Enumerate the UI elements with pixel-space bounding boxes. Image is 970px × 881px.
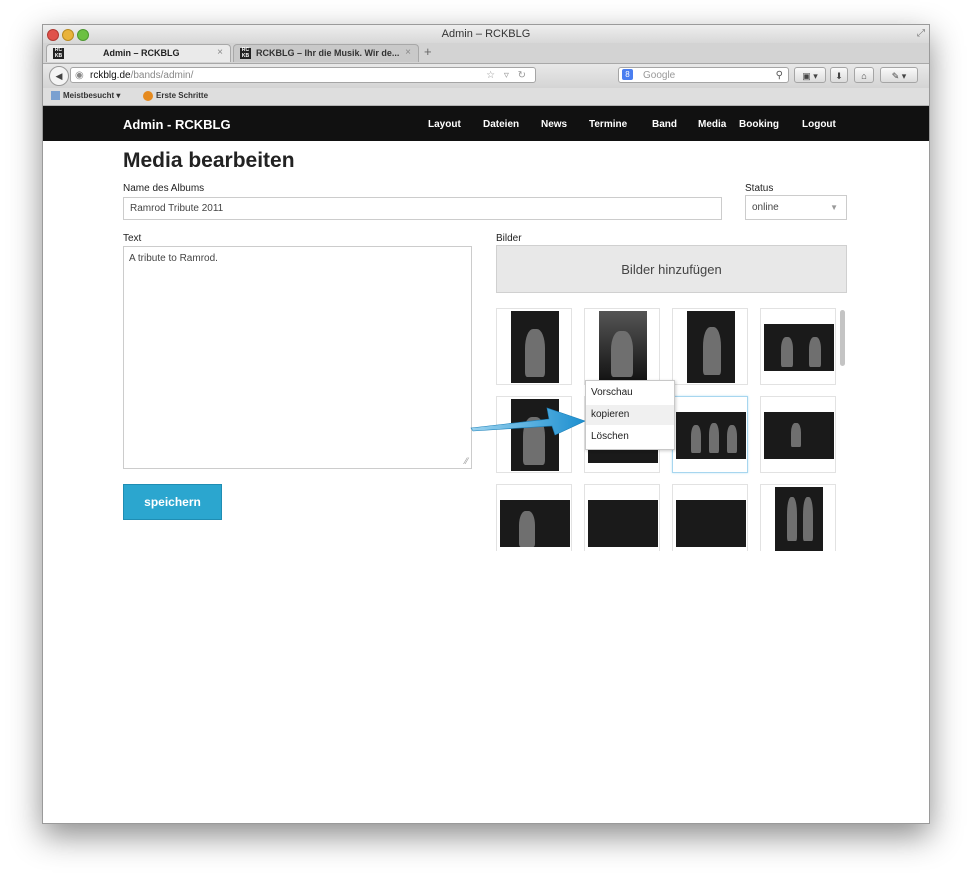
image-grid-scrollbar[interactable] [838,308,847,551]
text-textarea[interactable]: A tribute to Ramrod. ⁄⁄ [123,246,472,469]
thumbnail-figure [809,337,821,367]
context-menu: Vorschau kopieren Löschen [585,380,675,450]
context-item-delete[interactable]: Löschen [586,427,674,447]
bookmarks-toolbar: Meistbesucht ▾ Erste Schritte [43,88,929,106]
thumbnail-figure [691,425,701,453]
status-label: Status [745,183,774,194]
thumbnail-figure [703,327,721,375]
search-icon[interactable]: ⚲ [776,68,783,83]
thumbnail-figure [727,425,737,453]
thumbnail-figure [709,423,719,453]
nav-booking[interactable]: Booking [739,119,779,130]
chevron-down-icon: ▼ [830,203,838,212]
browser-window: Admin – RCKBLG ⤢ RC KB Admin – RCKBLG × R… [42,24,930,824]
image-thumb-selected[interactable] [672,396,748,473]
nav-logout[interactable]: Logout [802,119,836,130]
back-button[interactable]: ◀ [49,66,69,86]
tab-admin[interactable]: RC KB Admin – RCKBLG × [46,44,231,62]
title-bar: Admin – RCKBLG ⤢ [43,25,929,43]
fullscreen-icon[interactable]: ⤢ [917,28,925,39]
nav-termine[interactable]: Termine [589,119,627,130]
tab-rckblg[interactable]: RC KB RCKBLG – Ihr die Musik. Wir de... × [233,44,419,62]
nav-media[interactable]: Media [698,119,726,130]
context-item-copy[interactable]: kopieren [586,405,674,425]
addon-menu-button[interactable]: ✎ ▾ [880,67,918,83]
close-tab-icon[interactable]: × [217,47,223,58]
images-label: Bilder [496,233,522,244]
image-thumb[interactable] [760,308,836,385]
scrollbar-thumb[interactable] [840,310,845,366]
text-label: Text [123,233,142,244]
bookmark-star-icon[interactable]: ☆ ▿ ↻ [486,68,529,84]
search-input[interactable]: 8 Google ⚲ [618,67,789,83]
image-thumb[interactable] [496,308,572,385]
resize-grip-icon[interactable]: ⁄⁄ [465,456,468,466]
url-text: rckblg.de/bands/admin/ [90,70,194,81]
bookmark-getting-started[interactable]: Erste Schritte [143,91,208,101]
new-tab-button[interactable]: + [424,44,432,59]
tab-label: Admin – RCKBLG [103,48,180,58]
album-name-label: Name des Albums [123,183,205,194]
status-value: online [752,202,779,213]
brand-link[interactable]: Admin - RCKBLG [123,117,231,132]
thumbnail-figure [611,331,633,377]
thumbnail-image [775,487,823,551]
search-placeholder: Google [643,70,676,81]
tab-label: RCKBLG – Ihr die Musik. Wir de... [256,48,400,58]
thumbnail-figure [519,511,535,547]
nav-band[interactable]: Band [652,119,677,130]
add-images-button[interactable]: Bilder hinzufügen [496,245,847,293]
google-engine-icon[interactable]: 8 [622,69,633,80]
text-value: A tribute to Ramrod. [129,253,218,264]
nav-layout[interactable]: Layout [428,119,461,130]
thumbnail-image [588,500,658,547]
firefox-icon [143,91,153,101]
folder-icon [51,91,60,101]
home-icon[interactable]: ⌂ [854,67,874,83]
window-title: Admin – RCKBLG [441,28,531,40]
thumbnail-figure [781,337,793,367]
screenshot-menu-button[interactable]: ▣ ▾ [794,67,826,83]
image-thumb[interactable] [584,484,660,551]
status-select[interactable]: online ▼ [745,195,847,220]
bookmark-most-visited[interactable]: Meistbesucht ▾ [51,91,120,101]
thumbnail-image [764,324,834,371]
thumbnail-figure [791,423,801,447]
site-favicon-icon: RC KB [53,47,64,59]
thumbnail-figure [525,329,545,377]
download-icon[interactable]: ⬇ [830,67,848,83]
guitar-figure [787,497,797,541]
site-favicon-icon: RC KB [240,47,251,59]
address-bar[interactable]: ◉ rckblg.de/bands/admin/ ☆ ▿ ↻ [70,67,536,83]
site-identity-icon[interactable]: ◉ [75,68,84,84]
arrow-annotation-icon [470,407,586,436]
image-thumb[interactable] [496,484,572,551]
guitar-figure [803,497,813,541]
image-thumb[interactable] [584,308,660,385]
thumbnail-image [676,500,746,547]
image-thumb[interactable] [760,396,836,473]
nav-dateien[interactable]: Dateien [483,119,519,130]
tab-bar: RC KB Admin – RCKBLG × RC KB RCKBLG – Ihr … [43,43,929,64]
image-thumb[interactable] [760,484,836,551]
image-thumb[interactable] [672,484,748,551]
page-title: Media bearbeiten [123,149,295,172]
navigation-toolbar: ◀ ◉ rckblg.de/bands/admin/ ☆ ▿ ↻ 8 Googl… [43,64,929,88]
album-name-input[interactable]: Ramrod Tribute 2011 [123,197,722,220]
thumbnail-image [500,500,570,547]
app-navbar: Admin - RCKBLG Layout Dateien News Termi… [43,106,929,141]
save-button[interactable]: speichern [123,484,222,520]
image-thumb[interactable] [672,308,748,385]
nav-news[interactable]: News [541,119,567,130]
context-item-preview[interactable]: Vorschau [586,383,674,403]
close-tab-icon[interactable]: × [405,47,411,58]
